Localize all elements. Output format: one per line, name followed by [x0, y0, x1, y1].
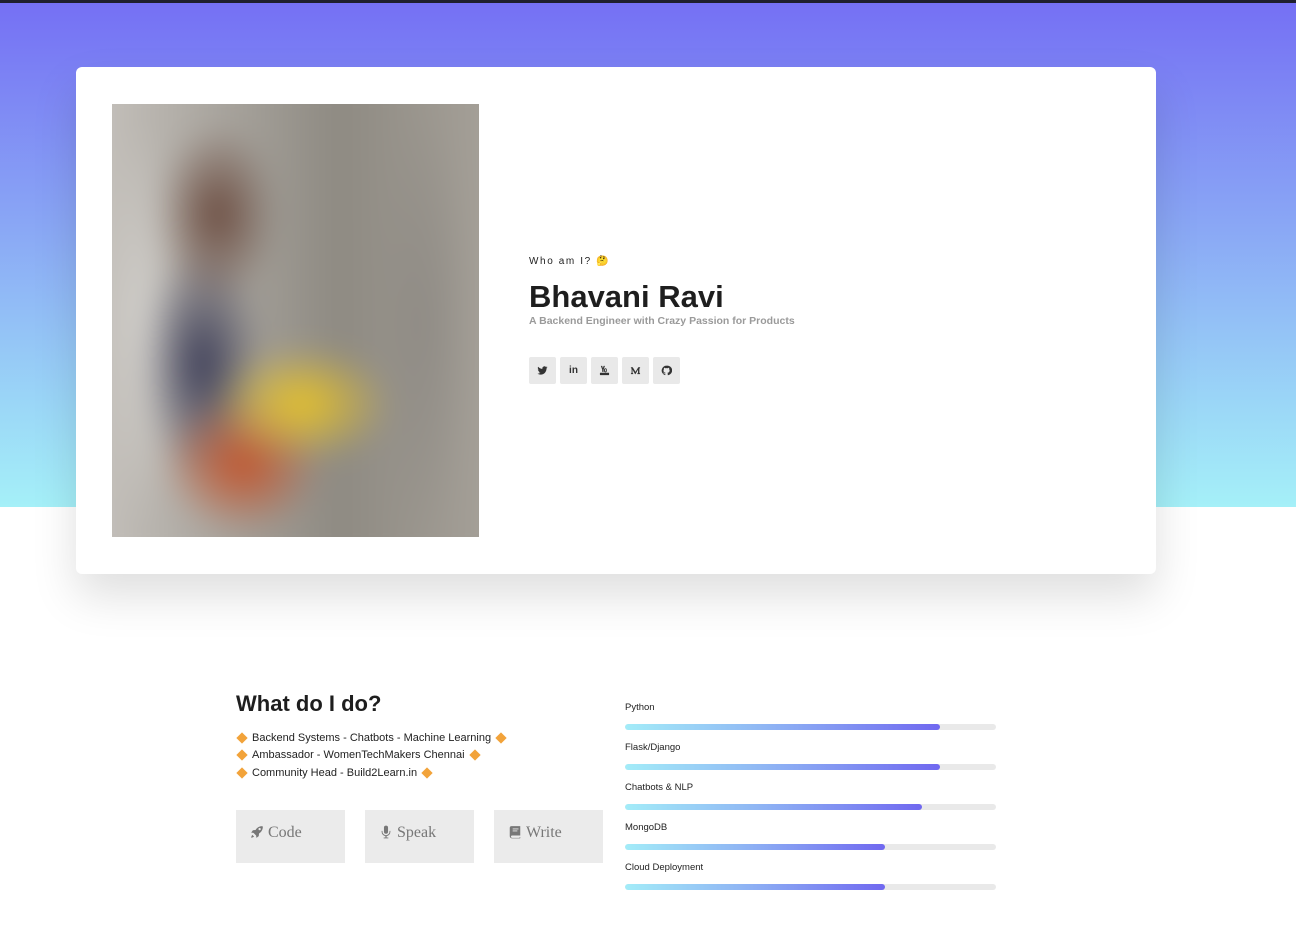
- role-text: Community Head - Build2Learn.in: [252, 766, 418, 779]
- skill-name: Python: [625, 702, 655, 713]
- skill-bar-track: [625, 724, 996, 730]
- profile-card: Who am I? 🤔 Bhavani Ravi A Backend Engin…: [76, 67, 1156, 574]
- skill-bar-fill: [625, 884, 885, 890]
- diamond-icon: [236, 732, 248, 744]
- skills-list: Python Flask/Django Chatbots & NLP Mongo…: [625, 702, 996, 902]
- skill-bar-fill: [625, 724, 941, 730]
- skill-bar-track: [625, 764, 996, 770]
- diamond-icon: [236, 749, 248, 761]
- medium-icon: [630, 367, 641, 375]
- write-label: Write: [526, 824, 562, 841]
- skill-name: Cloud Deployment: [625, 862, 704, 873]
- skill-bar-fill: [625, 764, 941, 770]
- code-button[interactable]: Code: [236, 810, 345, 863]
- skill-bar-track: [625, 804, 996, 810]
- skill-python: Python: [625, 702, 996, 742]
- profile-name: Bhavani Ravi: [529, 279, 724, 314]
- speak-label: Speak: [397, 824, 437, 841]
- skill-name: Chatbots & NLP: [625, 782, 694, 793]
- skill-bar-track: [625, 884, 996, 890]
- linkedin-link[interactable]: in: [560, 357, 587, 384]
- youtube-link[interactable]: [591, 357, 618, 384]
- diamond-icon: [468, 749, 481, 761]
- profile-photo: [112, 104, 479, 537]
- diamond-icon: [495, 732, 507, 744]
- profile-tagline: A Backend Engineer with Crazy Passion fo…: [529, 315, 795, 327]
- diamond-icon: [421, 767, 433, 779]
- linkedin-icon: in: [569, 365, 578, 376]
- role-text: Ambassador - WomenTechMakers Chennai: [252, 749, 465, 762]
- speak-button[interactable]: Speak: [365, 810, 474, 863]
- twitter-icon: [537, 366, 548, 375]
- skill-bar-fill: [625, 844, 885, 850]
- code-label: Code: [268, 824, 302, 841]
- diamond-icon: [236, 767, 248, 779]
- skill-bar-fill: [625, 804, 922, 810]
- intro-block: Who am I? 🤔 Bhavani Ravi A Backend Engin…: [529, 256, 1029, 384]
- section-heading: What do I do?: [236, 691, 382, 716]
- role-list: Backend Systems - Chatbots - Machine Lea…: [236, 729, 507, 782]
- skill-bar-track: [625, 844, 996, 850]
- skill-name: MongoDB: [625, 822, 668, 833]
- skill-mongodb: MongoDB: [625, 822, 996, 862]
- role-text: Backend Systems - Chatbots - Machine Lea…: [252, 731, 492, 744]
- twitter-link[interactable]: [529, 357, 556, 384]
- microphone-icon: [381, 825, 391, 839]
- activity-buttons: Code Speak Write: [236, 810, 603, 863]
- rocket-icon: [251, 826, 263, 838]
- social-links: in: [529, 357, 1029, 384]
- role-item: Backend Systems - Chatbots - Machine Lea…: [236, 729, 507, 747]
- what-do-i-do-section: What do I do? Backend Systems - Chatbots…: [236, 690, 603, 863]
- profile-photo-image: [112, 104, 479, 537]
- github-icon: [661, 365, 672, 376]
- github-link[interactable]: [653, 357, 680, 384]
- write-button[interactable]: Write: [494, 810, 603, 863]
- skill-cloud-deployment: Cloud Deployment: [625, 862, 996, 902]
- skill-chatbots-nlp: Chatbots & NLP: [625, 782, 996, 822]
- who-am-i-label: Who am I? 🤔: [529, 256, 611, 267]
- skill-flask-django: Flask/Django: [625, 742, 996, 782]
- youtube-icon: [599, 365, 610, 376]
- book-icon: [509, 826, 521, 839]
- skill-name: Flask/Django: [625, 742, 681, 753]
- medium-link[interactable]: [622, 357, 649, 384]
- role-item: Community Head - Build2Learn.in: [236, 764, 507, 782]
- role-item: Ambassador - WomenTechMakers Chennai: [236, 747, 507, 765]
